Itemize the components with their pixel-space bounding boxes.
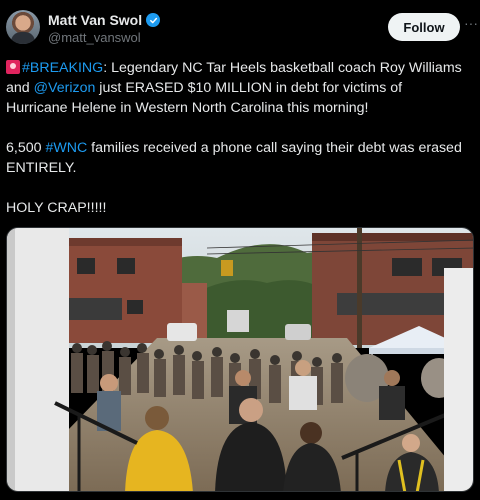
avatar-shirt [11,32,35,44]
tweet-card: Matt Van Swol @matt_vanswol Follow ··· #… [0,0,480,500]
tweet-header: Matt Van Swol @matt_vanswol Follow ··· [6,10,478,50]
tweet-body: #BREAKING: Legendary NC Tar Heels basket… [6,58,466,218]
author-handle[interactable]: @matt_vanswol [48,30,160,45]
mention-verizon[interactable]: @Verizon [34,80,96,96]
author-name[interactable]: Matt Van Swol [48,12,142,28]
avatar[interactable] [6,10,40,44]
tweet-photo[interactable] [6,227,474,492]
verified-badge-icon [146,13,161,27]
rotating-light-icon [6,60,20,74]
tweet-paragraph-1: #BREAKING: Legendary NC Tar Heels basket… [6,58,466,118]
hashtag-wnc[interactable]: #WNC [45,140,87,156]
crowd-street-photo [7,228,473,491]
name-row: Matt Van Swol [48,12,161,28]
tweet-paragraph-3: HOLY CRAP!!!!! [6,200,107,216]
checkmark-icon [149,17,157,23]
tweet-text-segment: 6,500 [6,140,46,156]
hashtag-breaking[interactable]: #BREAKING [22,60,103,76]
more-options-icon[interactable]: ··· [464,16,478,32]
author-block: Matt Van Swol @matt_vanswol [48,12,161,45]
tweet-paragraph-2: 6,500 #WNC families received a phone cal… [6,138,466,178]
follow-button[interactable]: Follow [388,13,460,41]
